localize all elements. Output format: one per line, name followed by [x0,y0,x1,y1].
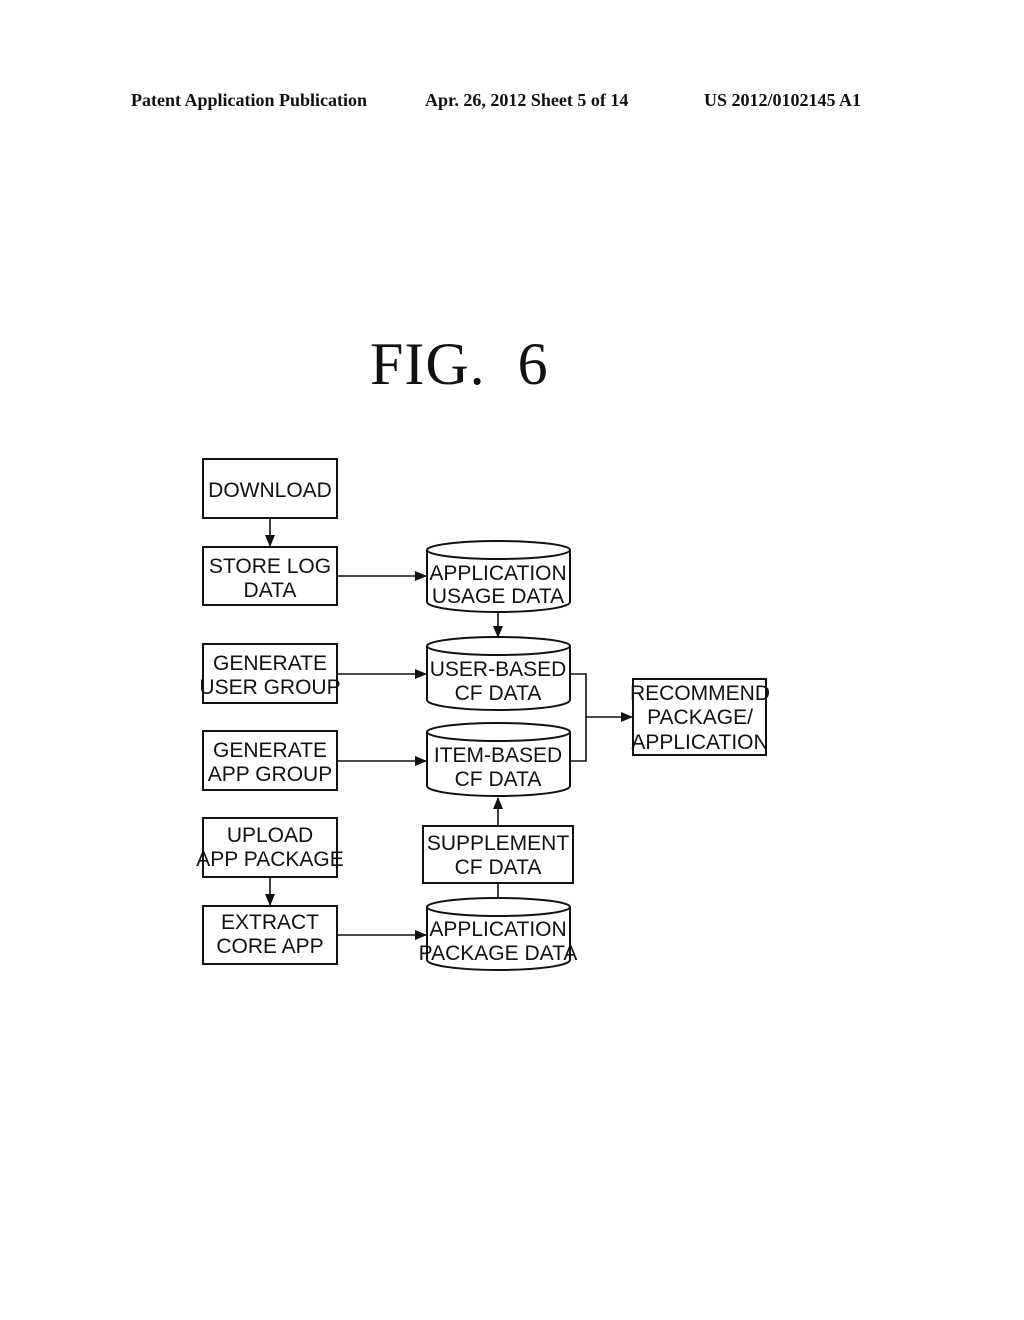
node-label: USER GROUP [199,676,340,699]
node-label: PACKAGE/ [647,706,753,729]
node-label: APPLICATION [429,562,566,585]
database-user-based-cf-data: USER-BASED CF DATA [426,636,571,711]
process-upload-app-package: UPLOAD APP PACKAGE [196,817,344,878]
node-label: DATA [244,579,297,602]
node-label: PACKAGE DATA [419,942,578,965]
process-generate-app-group: GENERATE APP GROUP [202,730,338,791]
edge-cf-merge [570,673,587,762]
node-label: USER-BASED [430,658,567,681]
node-label: CF DATA [455,682,542,705]
process-download: DOWNLOAD [202,458,338,519]
node-label: CF DATA [455,768,542,791]
flow-diagram: DOWNLOAD STORE LOG DATA GENERATE USER GR… [196,458,770,971]
node-label: ITEM-BASED [434,744,562,767]
node-label: SUPPLEMENT [427,832,570,855]
process-supplement-cf-data: SUPPLEMENT CF DATA [422,825,574,884]
node-label: STORE LOG [209,555,331,578]
node-label: EXTRACT [221,911,319,934]
database-application-package-data: APPLICATION PACKAGE DATA [419,897,578,971]
node-label: APPLICATION [429,918,566,941]
process-store-log-data: STORE LOG DATA [202,546,338,606]
process-recommend: RECOMMEND PACKAGE/ APPLICATION [630,678,770,756]
node-label: APP PACKAGE [196,848,343,871]
node-label: CF DATA [455,856,542,879]
node-label: RECOMMEND [630,682,770,705]
node-label: GENERATE [213,652,327,675]
database-item-based-cf-data: ITEM-BASED CF DATA [426,722,571,797]
database-application-usage-data: APPLICATION USAGE DATA [426,540,571,613]
node-label: APP GROUP [208,763,332,786]
node-label: USAGE DATA [432,585,564,608]
node-label: DOWNLOAD [208,479,332,502]
node-label: CORE APP [216,935,323,958]
node-label: UPLOAD [227,824,313,847]
node-label: APPLICATION [631,731,768,754]
node-label: GENERATE [213,739,327,762]
process-extract-core-app: EXTRACT CORE APP [202,905,338,965]
process-generate-user-group: GENERATE USER GROUP [199,643,341,704]
